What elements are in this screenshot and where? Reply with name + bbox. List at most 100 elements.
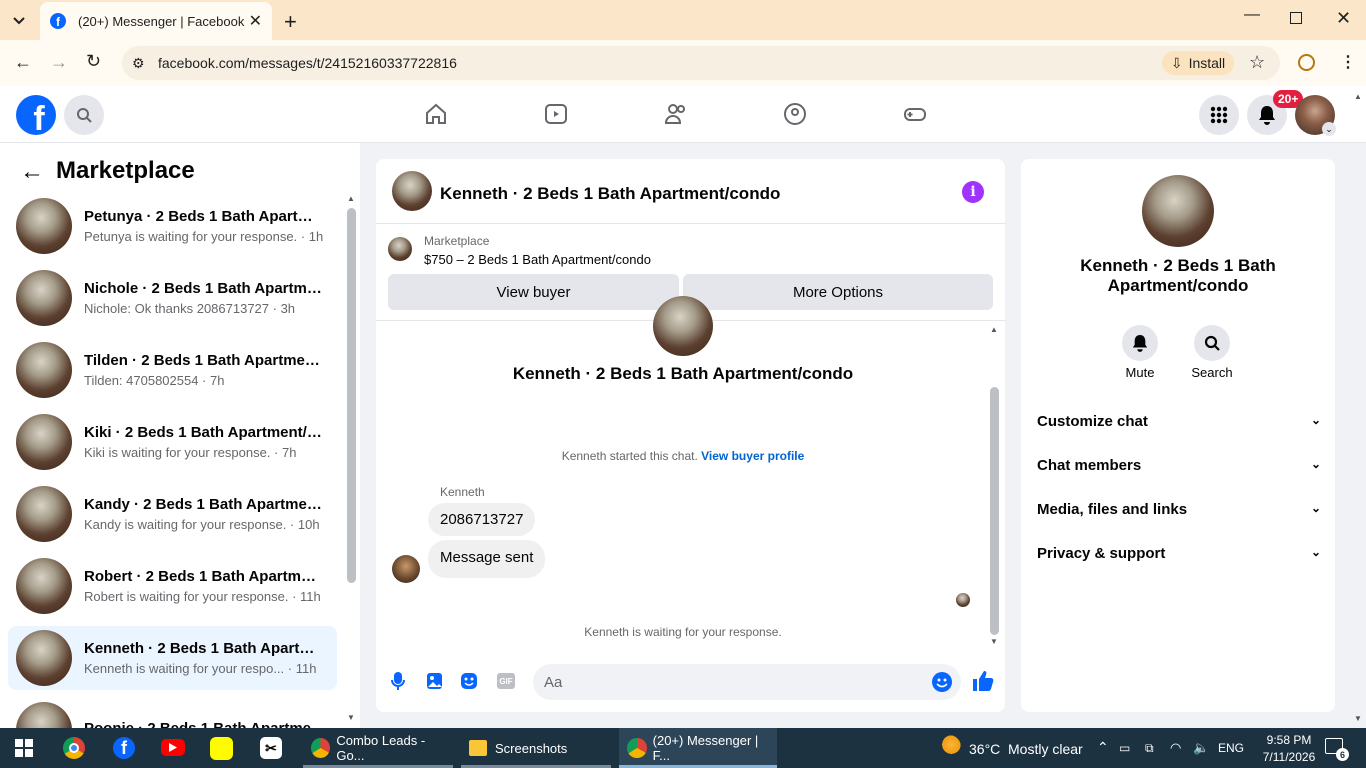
row-label: Privacy & support [1037, 545, 1166, 562]
facebook-app-icon[interactable]: f [113, 737, 135, 759]
conversation-item[interactable]: Kenneth · 2 Beds 1 Bath Apartm... Kenneth… [8, 626, 337, 690]
privacy-support-row[interactable]: Privacy & support ⌄ [1037, 545, 1321, 562]
home-nav[interactable] [424, 102, 448, 131]
scroll-down-icon[interactable]: ▼ [990, 637, 998, 646]
message-bubble[interactable]: 2086713727 [428, 503, 536, 536]
sticker-icon[interactable] [460, 672, 478, 695]
scroll-up-icon[interactable]: ▲ [990, 325, 998, 334]
tab-list-button[interactable] [8, 10, 30, 32]
more-options-button[interactable]: More Options [683, 274, 993, 310]
reload-button[interactable]: ↻ [86, 51, 101, 72]
conversation-item[interactable]: Petunya · 2 Beds 1 Bath Apartme... Petuny… [8, 194, 337, 258]
browser-menu-icon[interactable]: ⋮ [1340, 52, 1356, 72]
conversation-avatar [16, 342, 72, 398]
chevron-down-icon [13, 17, 25, 25]
sidebar-scrollbar[interactable] [347, 208, 356, 583]
friends-nav[interactable] [664, 102, 688, 131]
thumbs-up-icon[interactable] [972, 670, 994, 697]
view-buyer-profile-link[interactable]: View buyer profile [701, 449, 804, 463]
conversation-avatar [16, 558, 72, 614]
conversation-item[interactable]: Kiki · 2 Beds 1 Bath Apartment/c... Kiki … [8, 410, 337, 474]
bookmark-star-icon[interactable]: ☆ [1249, 52, 1265, 73]
page-scroll-down-icon[interactable]: ▼ [1354, 714, 1362, 723]
view-buyer-button[interactable]: View buyer [388, 274, 679, 310]
battery-icon[interactable]: ▭ [1119, 741, 1130, 755]
conversation-snippet: Kandy is waiting for your response. · 10… [84, 517, 320, 532]
notification-count: 6 [1336, 748, 1349, 761]
scroll-down-icon[interactable]: ▼ [347, 713, 355, 722]
close-tab-icon[interactable]: ✕ [249, 11, 262, 31]
maximize-button[interactable] [1290, 12, 1302, 24]
conversation-snippet: Kenneth is waiting for your respo... · 1… [84, 661, 317, 676]
row-label: Customize chat [1037, 413, 1148, 430]
clock-date[interactable]: 7/11/2026 [1257, 750, 1321, 764]
account-chevron-icon[interactable]: ⌄ [1322, 122, 1336, 136]
chrome-icon[interactable] [63, 737, 85, 759]
taskbar-screenshots[interactable]: Screenshots [461, 728, 611, 768]
minimize-button[interactable]: — [1244, 6, 1260, 24]
page-scroll-up-icon[interactable]: ▲ [1354, 92, 1362, 101]
listing-title[interactable]: $750 – 2 Beds 1 Bath Apartment/condo [424, 252, 651, 267]
clock-time[interactable]: 9:58 PM [1260, 733, 1318, 747]
chat-members-row[interactable]: Chat members ⌄ [1037, 457, 1321, 474]
voice-clip-icon[interactable] [390, 671, 406, 696]
gif-icon[interactable]: GIF [497, 673, 515, 689]
capcut-icon[interactable]: ✂ [260, 737, 282, 759]
start-button[interactable] [15, 739, 33, 762]
customize-chat-row[interactable]: Customize chat ⌄ [1037, 413, 1321, 430]
groups-nav[interactable] [783, 102, 807, 131]
weather-text[interactable]: Mostly clear [1008, 741, 1083, 757]
new-tab-button[interactable]: + [284, 9, 297, 35]
conversation-item[interactable]: Robert · 2 Beds 1 Bath Apartmen... Robert… [8, 554, 337, 618]
chat-header-avatar[interactable] [392, 171, 432, 211]
facebook-logo[interactable]: f [16, 95, 56, 135]
conversation-item[interactable]: Kandy · 2 Beds 1 Bath Apartmen... Kandy i… [8, 482, 337, 546]
photo-icon[interactable] [426, 672, 443, 695]
site-info-icon[interactable]: ⚙ [132, 55, 145, 72]
install-icon: ⇩ [1170, 54, 1183, 71]
back-button[interactable]: ← [14, 52, 32, 73]
message-input[interactable]: Aa [533, 664, 961, 700]
conversation-snippet: Petunya is waiting for your response. · … [84, 229, 324, 244]
device-icon[interactable]: ⧉ [1145, 741, 1154, 756]
volume-icon[interactable]: 🔈 [1193, 740, 1209, 756]
media-files-links-row[interactable]: Media, files and links ⌄ [1037, 501, 1321, 518]
info-avatar[interactable] [1142, 175, 1214, 247]
menu-button[interactable] [1199, 95, 1239, 135]
message-bubble[interactable]: Message sent [428, 540, 546, 578]
install-button[interactable]: ⇩ Install [1162, 51, 1234, 75]
forward-button[interactable]: → [50, 52, 68, 73]
close-window-button[interactable]: ✕ [1336, 8, 1351, 29]
weather-temp[interactable]: 36°C [969, 741, 1000, 757]
info-name: Kenneth · 2 Beds 1 Bath Apartment/condo [1080, 256, 1276, 295]
emoji-icon[interactable] [932, 672, 952, 692]
search-icon [77, 108, 92, 123]
search-in-chat-button[interactable] [1194, 325, 1230, 361]
browser-tab-bar: f (20+) Messenger | Facebook ✕ + — ✕ [0, 0, 1366, 40]
info-icon[interactable]: i [962, 181, 984, 203]
youtube-icon[interactable] [161, 739, 185, 756]
gaming-nav[interactable] [903, 102, 927, 131]
video-nav[interactable] [544, 102, 568, 131]
profile-icon[interactable] [1298, 54, 1315, 71]
conversation-name: Tilden · 2 Beds 1 Bath Apartmen... [84, 352, 324, 369]
chat-scrollbar[interactable] [990, 387, 999, 635]
wifi-icon[interactable]: ◠ [1170, 740, 1181, 756]
search-button[interactable] [64, 95, 104, 135]
browser-tab[interactable]: f (20+) Messenger | Facebook ✕ [40, 2, 272, 40]
language-indicator[interactable]: ENG [1218, 741, 1244, 755]
mute-button[interactable] [1122, 325, 1158, 361]
conversation-item[interactable]: Tilden · 2 Beds 1 Bath Apartmen... Tilden… [8, 338, 337, 402]
back-arrow-icon[interactable]: ← [20, 158, 44, 186]
taskbar-messenger[interactable]: (20+) Messenger | F... [619, 728, 777, 768]
taskbar-combo-leads[interactable]: Combo Leads - Go... [303, 728, 453, 768]
scroll-up-icon[interactable]: ▲ [347, 194, 355, 203]
conversation-name: Petunya · 2 Beds 1 Bath Apartme... [84, 208, 324, 225]
snapchat-icon[interactable] [210, 737, 233, 760]
chat-title[interactable]: Kenneth · 2 Beds 1 Bath Apartment/condo [440, 184, 780, 204]
weather-moon-icon[interactable] [937, 735, 961, 759]
friends-icon [664, 104, 685, 124]
divider [376, 223, 1005, 224]
tray-chevron-up-icon[interactable]: ⌃ [1097, 739, 1109, 756]
conversation-item[interactable]: Nichole · 2 Beds 1 Bath Apartme... Nichol… [8, 266, 337, 330]
